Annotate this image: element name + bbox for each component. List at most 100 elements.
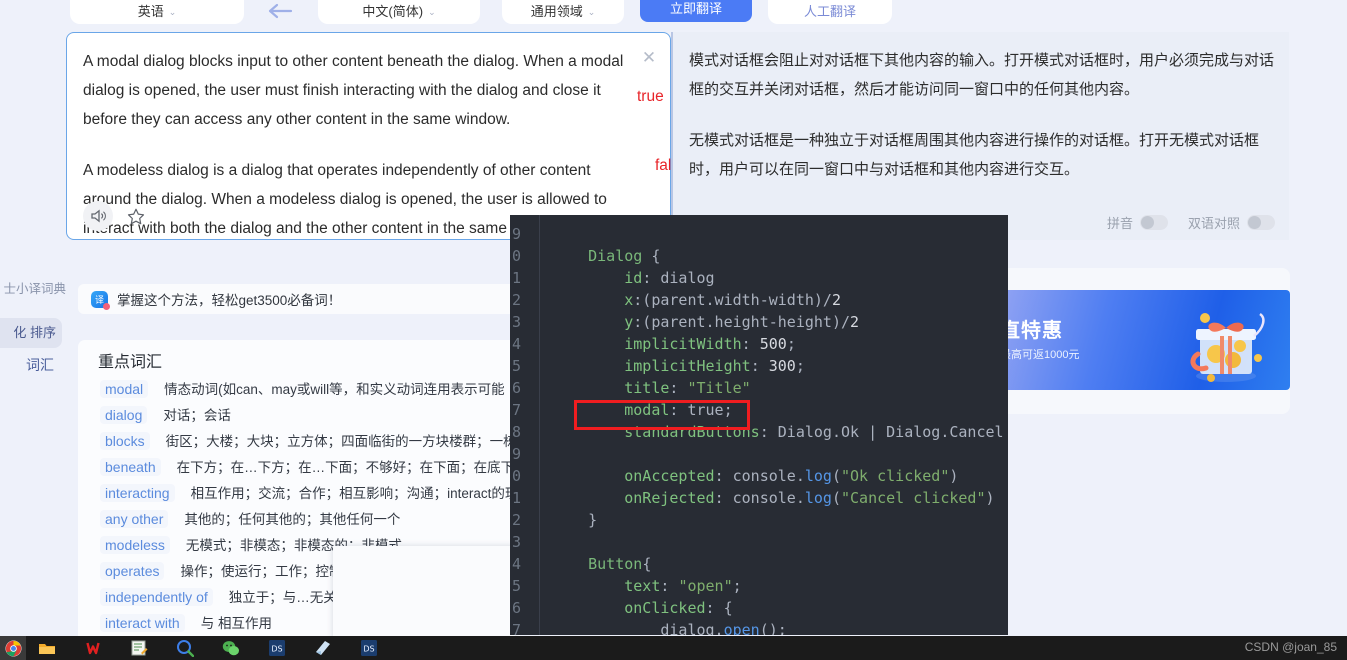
wechat-icon[interactable] — [222, 639, 240, 657]
favorite-button[interactable] — [127, 208, 145, 225]
book-icon[interactable] — [314, 639, 332, 657]
vocab-rail-label[interactable]: 词汇 — [0, 352, 58, 378]
code-line: Button{ — [588, 555, 652, 573]
vocab-definition: 其他的；任何其他的；其他任何一个 — [184, 512, 401, 527]
code-content[interactable]: Dialog { id: dialog x:(parent.width-widt… — [540, 215, 1008, 635]
code-line-number-gutter: 9 0 1 2 3 4 5 6 7 8 9 0 1 2 3 4 5 6 7 — [510, 215, 540, 635]
source-text-card[interactable]: A modal dialog blocks input to other con… — [66, 32, 671, 240]
advertisement-banner[interactable]: 直特惠 最高可返1000元 — [960, 268, 1290, 414]
vocab-word[interactable]: beneath — [100, 458, 161, 476]
code-line: implicitHeight: 300; — [624, 357, 805, 375]
code-line: dialog.open(); — [552, 621, 787, 635]
advertisement-graphic: 直特惠 最高可返1000元 — [986, 290, 1290, 390]
source-paragraph-1: A modal dialog blocks input to other con… — [83, 53, 624, 128]
code-line-number: 7 — [512, 621, 522, 635]
vocab-word[interactable]: interacting — [100, 484, 175, 502]
folder-icon[interactable] — [38, 639, 56, 657]
vocab-row[interactable]: any other 其他的；任何其他的；其他任何一个 — [78, 508, 520, 534]
toggle-switch-icon[interactable] — [1247, 215, 1275, 230]
vocab-definition: 在下方；在…下方；在…下面；不够好；在下面；在底下 — [176, 460, 515, 475]
code-line: x:(parent.width-width)/2 — [624, 291, 841, 309]
screenshot-watermark: CSDN @joan_85 — [1244, 640, 1337, 654]
vocab-definition: 相互作用；交流；合作；相互影响；沟通；interact的现 — [190, 486, 519, 501]
gift-box-icon — [1190, 312, 1265, 382]
code-line-number: 0 — [512, 247, 522, 265]
vocab-word[interactable]: modeless — [100, 536, 170, 554]
code-line-number: 1 — [512, 269, 522, 287]
code-line: modal: true; — [624, 401, 733, 419]
code-line-number: 7 — [512, 401, 522, 419]
code-line-number: 3 — [512, 313, 522, 331]
vocab-row[interactable]: beneath 在下方；在…下方；在…下面；不够好；在下面；在底下 — [78, 456, 520, 482]
code-line-number: 6 — [512, 379, 522, 397]
swap-languages-button[interactable] — [258, 0, 302, 22]
translation-body: 模式对话框会阻止对对话框下其他内容的输入。打开模式对话框时，用户必须完成与对话框… — [689, 46, 1275, 184]
vocab-row[interactable]: interacting 相互作用；交流；合作；相互影响；沟通；interact的现 — [78, 482, 520, 508]
vocab-row[interactable]: modal 情态动词(如can、may或will等，和实义动词连用表示可能 — [78, 378, 520, 404]
vocab-word[interactable]: blocks — [100, 432, 150, 450]
code-line-number: 5 — [512, 577, 522, 595]
code-editor-overlay[interactable]: 9 0 1 2 3 4 5 6 7 8 9 0 1 2 3 4 5 6 7 Dialog { id: dialog … — [510, 215, 1008, 635]
vocab-word[interactable]: operates — [100, 562, 165, 580]
bilingual-toggle[interactable]: 双语对照 — [1188, 213, 1275, 232]
translate-now-label: 立即翻译 — [669, 1, 722, 16]
code-line-number: 4 — [512, 335, 522, 353]
bilingual-toggle-label: 双语对照 — [1187, 216, 1240, 231]
code-line: y:(parent.height-height)/2 — [624, 313, 860, 331]
swap-arrow-icon — [268, 3, 293, 19]
promo-tip-text: 掌握这个方法，轻松get3500必备词！ — [117, 293, 342, 308]
screen-root: 英语 ⌄ 中文(简体) ⌄ 通用领域 ⌄ 立即翻译 人工翻译 A modal d… — [0, 0, 1347, 660]
code-line: onRejected: console.log("Cancel clicked"… — [624, 489, 995, 507]
toolbar-right-actions — [1279, 0, 1333, 4]
source-language-selector[interactable]: 英语 ⌄ — [70, 0, 244, 24]
start-button[interactable] — [0, 636, 26, 660]
notepad-icon[interactable] — [130, 639, 148, 657]
code-line-number: 5 — [512, 357, 522, 375]
translation-toggles: 拼音 双语对照 — [1107, 213, 1275, 232]
code-line: id: dialog — [624, 269, 715, 287]
ds-icon-2[interactable]: DS — [360, 639, 378, 657]
code-line-number: 2 — [512, 511, 522, 529]
toggle-switch-icon[interactable] — [1139, 215, 1168, 230]
vocab-word[interactable]: dialog — [100, 406, 148, 424]
code-line-number: 9 — [512, 445, 522, 463]
translate-toolbar: 英语 ⌄ 中文(简体) ⌄ 通用领域 ⌄ 立即翻译 人工翻译 — [0, 0, 1347, 26]
search-icon[interactable] — [176, 639, 194, 657]
target-language-label: 中文(简体) — [362, 4, 424, 19]
windows-taskbar: DS DS CSDN @joan_85 — [0, 636, 1347, 660]
vocab-row[interactable]: blocks 街区；大楼；大块；立方体；四面临街的一方块楼群；一栋 — [78, 430, 520, 456]
code-line: title: "Title" — [624, 379, 751, 397]
translate-now-button[interactable]: 立即翻译 — [640, 0, 752, 22]
vocab-word[interactable]: independently of — [100, 588, 213, 606]
translation-result-panel: 模式对话框会阻止对对话框下其他内容的输入。打开模式对话框时，用户必须完成与对话框… — [671, 32, 1289, 240]
sort-rail-button[interactable]: 化 排序 — [0, 318, 62, 348]
ds-icon[interactable]: DS — [268, 639, 286, 657]
wps-icon[interactable] — [84, 639, 102, 657]
vocab-word[interactable]: any other — [100, 510, 169, 528]
domain-selector[interactable]: 通用领域 ⌄ — [502, 0, 624, 24]
pinyin-toggle[interactable]: 拼音 — [1107, 213, 1168, 232]
taskbar-icon-row: DS DS — [38, 636, 378, 660]
code-line-number: 8 — [512, 423, 522, 441]
star-icon — [127, 208, 145, 224]
speaker-icon — [90, 209, 106, 223]
manual-translate-button[interactable]: 人工翻译 — [768, 0, 892, 24]
code-line: standardButtons: Dialog.Ok | Dialog.Canc… — [624, 423, 1004, 441]
vocab-card-title: 重点词汇 — [98, 354, 163, 371]
code-line-number: 9 — [512, 225, 522, 243]
close-icon[interactable]: ✕ — [640, 49, 658, 67]
vocab-word[interactable]: interact with — [100, 614, 185, 632]
vocab-row[interactable]: dialog 对话；会话 — [78, 404, 520, 430]
promo-tip-bar[interactable]: 掌握这个方法，轻松get3500必备词！ — [78, 284, 520, 314]
advertisement-subline: 最高可返1000元 — [1000, 349, 1080, 361]
code-line-number: 0 — [512, 467, 522, 485]
code-line: onAccepted: console.log("Ok clicked") — [624, 467, 959, 485]
target-language-selector[interactable]: 中文(简体) ⌄ — [318, 0, 480, 24]
code-line: text: "open"; — [624, 577, 742, 595]
source-card-actions — [83, 201, 145, 231]
speaker-button[interactable] — [83, 201, 113, 231]
advertisement-headline: 直特惠 — [1000, 320, 1063, 342]
vocab-word[interactable]: modal — [100, 380, 149, 398]
